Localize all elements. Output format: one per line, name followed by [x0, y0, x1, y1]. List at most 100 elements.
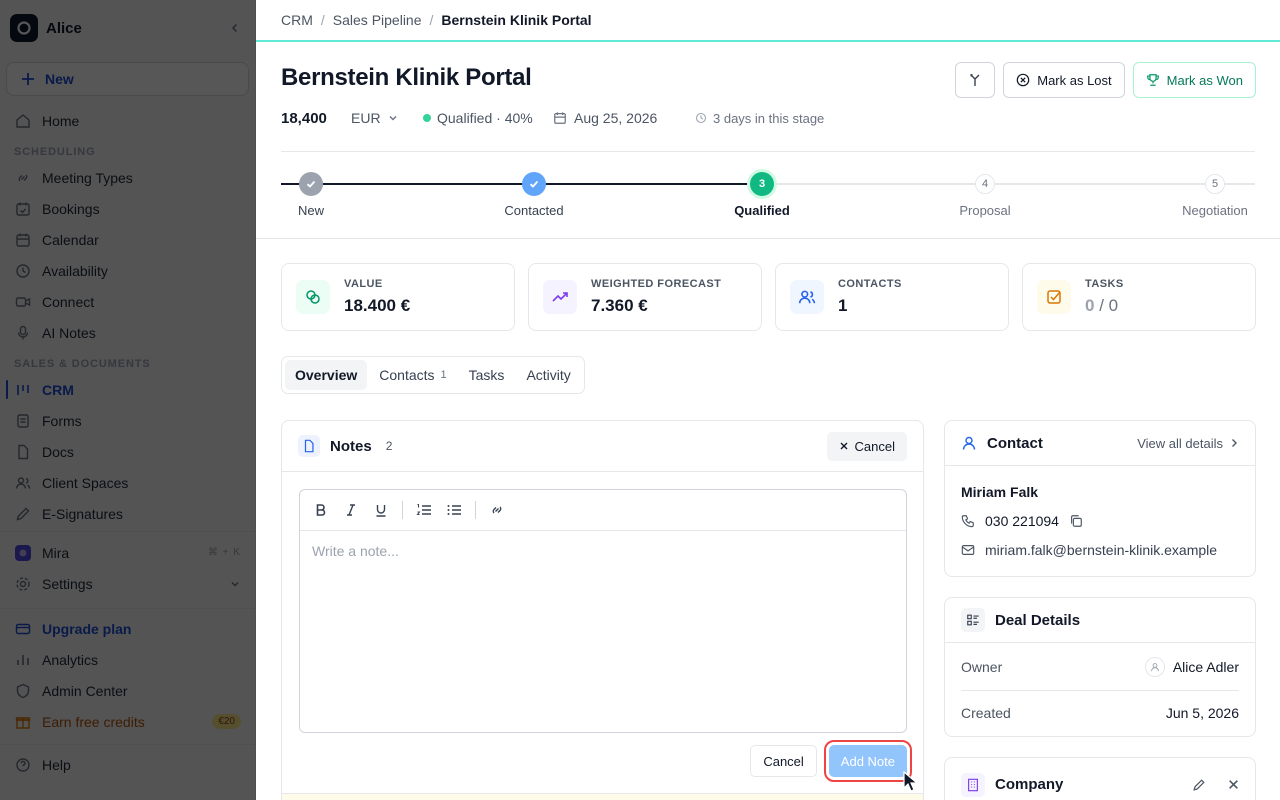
stage-duration: 3 days in this stage [695, 111, 824, 126]
tab-tasks[interactable]: Tasks [459, 360, 515, 390]
close-date[interactable]: Aug 25, 2026 [553, 110, 695, 126]
tasks-done: 0 [1085, 296, 1095, 315]
gear-icon [14, 575, 32, 593]
owner-row: Owner Alice Adler [961, 643, 1239, 691]
breadcrumb-crm[interactable]: CRM [281, 12, 313, 28]
sidebar-item-home[interactable]: Home [0, 105, 255, 136]
sidebar-item-ai-notes[interactable]: AI Notes [0, 317, 255, 348]
sidebar-item-label: Connect [42, 293, 95, 310]
company-header: Company [945, 758, 1255, 800]
sidebar-item-label: Upgrade plan [42, 620, 132, 637]
sidebar-item-analytics[interactable]: Analytics [0, 644, 255, 675]
note-editor: Write a note... [299, 489, 907, 733]
cancel-button[interactable]: Cancel [750, 745, 817, 777]
stage-step-qualified[interactable]: 3 Qualified [712, 172, 812, 218]
sidebar-item-bookings[interactable]: Bookings [0, 193, 255, 224]
sidebar-item-connect[interactable]: Connect [0, 286, 255, 317]
sidebar-item-upgrade[interactable]: Upgrade plan [0, 613, 255, 644]
sidebar-item-e-signatures[interactable]: E-Signatures [0, 498, 255, 529]
copy-icon[interactable] [1069, 514, 1083, 528]
email-value[interactable]: miriam.falk@bernstein-klinik.example [985, 542, 1217, 558]
sidebar-item-availability[interactable]: Availability [0, 255, 255, 286]
sidebar-item-label: Earn free credits [42, 713, 145, 730]
sidebar-item-forms[interactable]: Forms [0, 405, 255, 436]
mark-as-won-button[interactable]: Mark as Won [1132, 62, 1256, 98]
sidebar-item-label: Bookings [42, 200, 100, 217]
view-all-details-link[interactable]: View all details [1137, 436, 1239, 451]
mark-as-lost-button[interactable]: Mark as Lost [1003, 62, 1125, 98]
workspace-switcher[interactable]: Alice [0, 0, 255, 56]
notes-count: 2 [385, 439, 393, 453]
stage-badge[interactable]: Qualified · 40% [423, 110, 553, 126]
building-icon [961, 772, 985, 797]
ordered-list-icon[interactable] [415, 501, 433, 519]
phone-value[interactable]: 030 221094 [985, 513, 1059, 529]
stage-label: Proposal [959, 203, 1011, 218]
form-icon [14, 412, 32, 430]
document-icon [14, 443, 32, 461]
sidebar-item-admin-center[interactable]: Admin Center [0, 675, 255, 706]
new-button[interactable]: New [6, 62, 249, 96]
coins-icon [296, 280, 330, 314]
merge-icon [970, 73, 980, 86]
notes-cancel-label: Cancel [854, 438, 895, 454]
contact-name[interactable]: Miriam Falk [945, 466, 1255, 506]
sidebar-item-client-spaces[interactable]: Client Spaces [0, 467, 255, 498]
italic-icon[interactable] [342, 501, 360, 519]
calendar-icon [14, 231, 32, 249]
add-note-button[interactable]: Add Note [823, 740, 913, 782]
link-icon[interactable] [488, 501, 506, 519]
shortcut-hint: ⌘ + K [207, 547, 241, 558]
deal-actions: Mark as Lost Mark as Won [955, 62, 1256, 98]
deal-header: Bernstein Klinik Portal 18,400 EUR Quali… [256, 42, 1280, 152]
edit-icon[interactable] [1192, 778, 1206, 792]
sidebar-item-label: CRM [42, 381, 74, 398]
owner-value[interactable]: Alice Adler [1144, 656, 1239, 677]
created-value: Jun 5, 2026 [1165, 704, 1239, 721]
deal-value[interactable]: 18,400 [281, 110, 351, 127]
stage-step-proposal[interactable]: 4 Proposal [935, 172, 1035, 218]
sidebar-item-calendar[interactable]: Calendar [0, 224, 255, 255]
stage-step-new[interactable]: New [261, 172, 361, 218]
stage-label: New [297, 203, 324, 218]
bullet-list-icon[interactable] [445, 501, 463, 519]
close-date-value: Aug 25, 2026 [574, 110, 658, 126]
stage-probability: · 40% [496, 110, 533, 126]
stat-label: WEIGHTED FORECAST [591, 278, 722, 290]
merge-button[interactable] [955, 62, 996, 98]
sidebar-item-docs[interactable]: Docs [0, 436, 255, 467]
tab-label: Tasks [468, 367, 505, 383]
stage-step-negotiation[interactable]: 5 Negotiation [1165, 172, 1265, 218]
sidebar-item-label: Home [42, 112, 80, 129]
currency-value: EUR [351, 110, 381, 126]
bold-icon[interactable] [312, 501, 330, 519]
tab-contacts[interactable]: Contacts 1 [369, 360, 456, 390]
user-icon [962, 436, 976, 450]
tab-activity[interactable]: Activity [516, 360, 580, 390]
tab-overview[interactable]: Overview [285, 360, 368, 390]
underline-icon[interactable] [372, 501, 390, 519]
note-textarea[interactable]: Write a note... [300, 531, 906, 571]
collapse-sidebar-icon[interactable] [225, 18, 245, 38]
link-icon [14, 169, 32, 187]
sidebar-item-earn-credits[interactable]: Earn free credits €20 [0, 706, 255, 737]
stage-step-contacted[interactable]: Contacted [484, 172, 584, 218]
breadcrumb-sales-pipeline[interactable]: Sales Pipeline [333, 12, 422, 28]
notes-title: Notes [330, 437, 372, 455]
close-icon[interactable] [1228, 779, 1239, 790]
stat-number: 7.360 € [591, 296, 648, 315]
sidebar-item-label: Mira [42, 544, 70, 561]
currency-select[interactable]: EUR [351, 110, 423, 126]
view-all-label: View all details [1137, 435, 1223, 451]
sidebar-item-meeting-types[interactable]: Meeting Types [0, 162, 255, 193]
mark-as-lost-label: Mark as Lost [1037, 72, 1112, 88]
home-icon [14, 112, 32, 130]
sidebar-item-settings[interactable]: Settings [0, 568, 255, 599]
notes-cancel-button[interactable]: Cancel [826, 431, 907, 461]
sidebar-item-crm[interactable]: CRM [0, 374, 255, 405]
users-icon [790, 280, 824, 314]
sidebar-item-mira[interactable]: Mira ⌘ + K [0, 537, 255, 568]
stats-row: VALUE 18.400 € WEIGHTED FORECAST 7.360 € C… [256, 239, 1280, 331]
sidebar-item-help[interactable]: Help [0, 749, 255, 780]
stage-stepper: New Contacted 3 Qualified 4 Proposal 5 Negotiat… [256, 152, 1280, 239]
